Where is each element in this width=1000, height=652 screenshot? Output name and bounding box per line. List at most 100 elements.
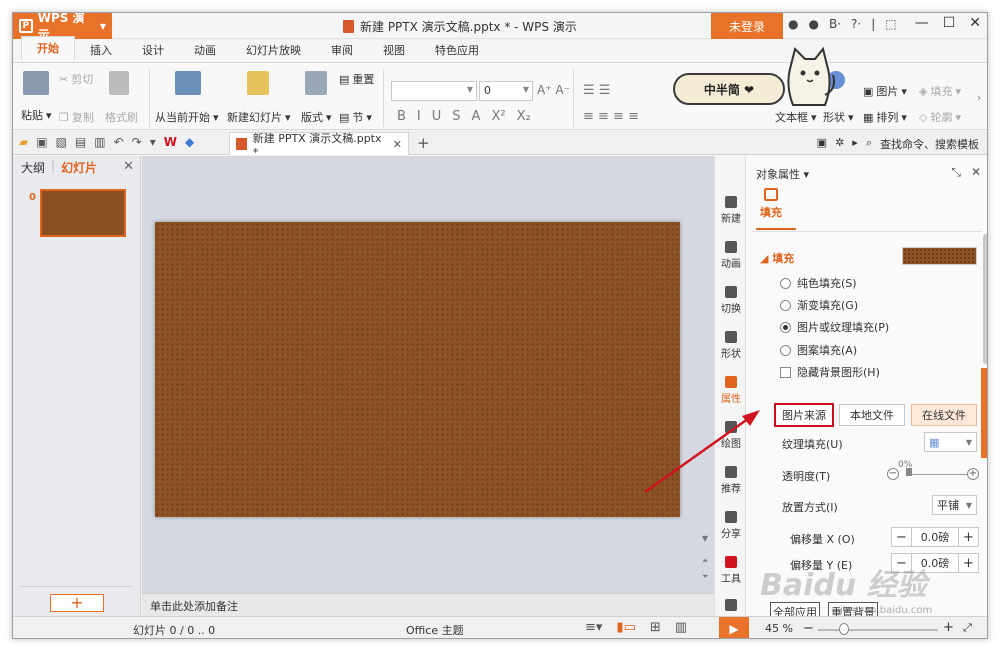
pattern-fill-option[interactable]: 图案填充(A) xyxy=(780,342,857,358)
layout-button[interactable]: 版式 ▾ xyxy=(301,109,332,125)
offset-x-increase[interactable]: + xyxy=(958,528,978,546)
bold-button[interactable]: B xyxy=(397,109,406,124)
print-preview-icon[interactable]: ▥ xyxy=(94,135,105,149)
offset-y-increase[interactable]: + xyxy=(958,554,978,572)
add-slide-button[interactable]: + xyxy=(50,594,104,612)
paste-label-button[interactable]: 粘贴 ▾ xyxy=(21,107,52,123)
ribbon-scroll-right-icon[interactable]: › xyxy=(977,91,981,104)
new-slide-button[interactable]: 新建幻灯片 ▾ xyxy=(227,109,291,125)
fit-window-icon[interactable]: ⤢ xyxy=(963,621,972,635)
solid-fill-option[interactable]: 纯色填充(S) xyxy=(780,275,857,291)
scroll-down-icon[interactable]: ▼ xyxy=(702,534,708,543)
picture-fill-option[interactable]: 图片或纹理填充(P) xyxy=(780,319,889,335)
fill-button[interactable]: ◈ 填充 ▾ xyxy=(919,83,961,99)
slide-thumbnail[interactable] xyxy=(40,189,126,237)
notes-toggle-icon[interactable]: ≡▾ xyxy=(585,620,602,635)
comment-icon[interactable]: ▣ xyxy=(817,136,827,152)
gradient-fill-option[interactable]: 渐变填充(G) xyxy=(780,297,858,313)
tab-outline[interactable]: 大纲 xyxy=(21,159,45,176)
skin-icon[interactable]: ● xyxy=(788,17,798,31)
zoom-in-button[interactable]: + xyxy=(943,620,954,635)
tab-design[interactable]: 设计 xyxy=(127,39,179,62)
maximize-button[interactable]: ☐ xyxy=(943,15,956,31)
new-slide-icon-button[interactable] xyxy=(247,71,269,95)
radio-pattern[interactable] xyxy=(780,344,791,356)
open-folder-icon[interactable]: ▰ xyxy=(19,135,28,149)
tab-review[interactable]: 审阅 xyxy=(316,39,368,62)
panel-title[interactable]: 对象属性 ▾ xyxy=(756,166,809,182)
offset-x-value[interactable]: 0.0磅 xyxy=(912,528,958,546)
fill-section-title[interactable]: ◢ 填充 xyxy=(760,250,794,266)
side-new-button[interactable]: 新建 xyxy=(715,196,747,225)
customize-dropdown-icon[interactable]: ▾ xyxy=(150,135,156,149)
cut-button[interactable]: ✂ 剪切 xyxy=(59,71,93,87)
tab-animation[interactable]: 动画 xyxy=(179,39,231,62)
play-slideshow-button[interactable]: ▶ xyxy=(719,617,749,638)
radio-gradient[interactable] xyxy=(780,299,791,311)
slideshow-icon-button[interactable] xyxy=(175,71,201,95)
panel-collapse-handle[interactable] xyxy=(981,368,987,458)
from-current-button[interactable]: 从当前开始 ▾ xyxy=(155,109,219,125)
align-buttons[interactable]: ≡ ≡ ≡ ≡ xyxy=(583,109,639,124)
transparency-slider-handle[interactable] xyxy=(906,468,912,476)
font-size-combo[interactable]: 0 ▼ xyxy=(479,81,533,101)
transparency-increase-button[interactable]: + xyxy=(967,468,979,480)
command-search[interactable]: ▣ ✲ ▸ ⌕ 查找命令、搜索模板 xyxy=(817,136,979,152)
local-file-button[interactable]: 本地文件 xyxy=(839,404,905,426)
side-transition-button[interactable]: 切换 xyxy=(715,286,747,315)
print-icon[interactable]: ▤ xyxy=(75,135,86,149)
zoom-slider-handle[interactable] xyxy=(839,623,849,635)
reset-button[interactable]: ▤ 重置 xyxy=(339,71,374,87)
prev-slide-icon[interactable]: ⏶ xyxy=(702,556,708,566)
settings-icon[interactable]: ● xyxy=(808,17,818,31)
tab-view[interactable]: 视图 xyxy=(368,39,420,62)
slide[interactable] xyxy=(155,222,680,517)
offset-x-decrease[interactable]: − xyxy=(892,528,912,546)
tab-slides[interactable]: 幻灯片 xyxy=(61,159,97,176)
close-panel-icon[interactable]: ✕ xyxy=(123,159,134,174)
tab-special[interactable]: 特色应用 xyxy=(420,39,494,62)
side-shape-button[interactable]: 形状 xyxy=(715,331,747,360)
collapse-icon[interactable]: ⤡ xyxy=(951,165,961,180)
zoom-slider[interactable] xyxy=(818,629,938,631)
panel-scrollbar-thumb[interactable] xyxy=(983,234,987,364)
font-name-combo[interactable]: ▼ xyxy=(391,81,477,101)
document-tab[interactable]: 新建 PPTX 演示文稿.pptx * ✕ xyxy=(229,132,409,159)
radio-picture[interactable] xyxy=(780,321,791,333)
side-properties-button[interactable]: 属性 xyxy=(715,376,747,405)
side-recommend-button[interactable]: 推荐 xyxy=(715,466,747,495)
canvas-scrollbar[interactable]: ▼ ⏶ ⏷ xyxy=(698,156,714,593)
restore-ribbon-icon[interactable]: ⬚ xyxy=(885,17,896,31)
section-button[interactable]: ▤ 节 ▾ xyxy=(339,109,372,125)
close-button[interactable]: ✕ xyxy=(969,15,981,31)
cube-icon[interactable]: ◆ xyxy=(185,135,194,149)
notes-area[interactable]: 单击此处添加备注 xyxy=(142,593,714,616)
side-draw-button[interactable]: 绘图 xyxy=(715,421,747,450)
expand-icon[interactable]: ▸ xyxy=(852,136,858,152)
outline-button[interactable]: ◇ 轮廓 ▾ xyxy=(919,109,961,125)
transparency-slider[interactable] xyxy=(906,474,968,475)
save-as-icon[interactable]: ▧ xyxy=(56,135,67,149)
side-tools-button[interactable]: 工具 xyxy=(715,556,747,585)
bullet-list-button[interactable]: ☰ ☰ xyxy=(583,83,610,98)
close-panel-icon[interactable]: ✕ xyxy=(971,165,981,180)
font-color-button[interactable]: A xyxy=(472,109,481,124)
layout-icon-button[interactable] xyxy=(305,71,327,95)
bookmark-icon[interactable]: B· xyxy=(829,17,841,31)
zoom-out-button[interactable]: − xyxy=(803,621,814,636)
italic-button[interactable]: I xyxy=(417,109,421,124)
shadow-button[interactable]: S xyxy=(452,109,460,124)
save-icon[interactable]: ▣ xyxy=(36,135,47,149)
fill-tab[interactable]: 填充 xyxy=(760,188,782,220)
format-painter-icon-button[interactable] xyxy=(109,71,129,95)
redo-icon[interactable]: ↷ xyxy=(132,135,142,149)
offset-x-stepper[interactable]: − 0.0磅 + xyxy=(891,527,979,547)
hide-background-checkbox[interactable] xyxy=(780,366,791,378)
next-slide-icon[interactable]: ⏷ xyxy=(702,572,708,582)
tab-slideshow[interactable]: 幻灯片放映 xyxy=(231,39,316,62)
arrange-button[interactable]: ▦ 排列 ▾ xyxy=(863,109,907,125)
undo-icon[interactable]: ↶ xyxy=(114,135,124,149)
hide-background-option[interactable]: 隐藏背景图形(H) xyxy=(780,364,880,380)
side-animation-button[interactable]: 动画 xyxy=(715,241,747,270)
paste-button[interactable] xyxy=(23,71,49,95)
